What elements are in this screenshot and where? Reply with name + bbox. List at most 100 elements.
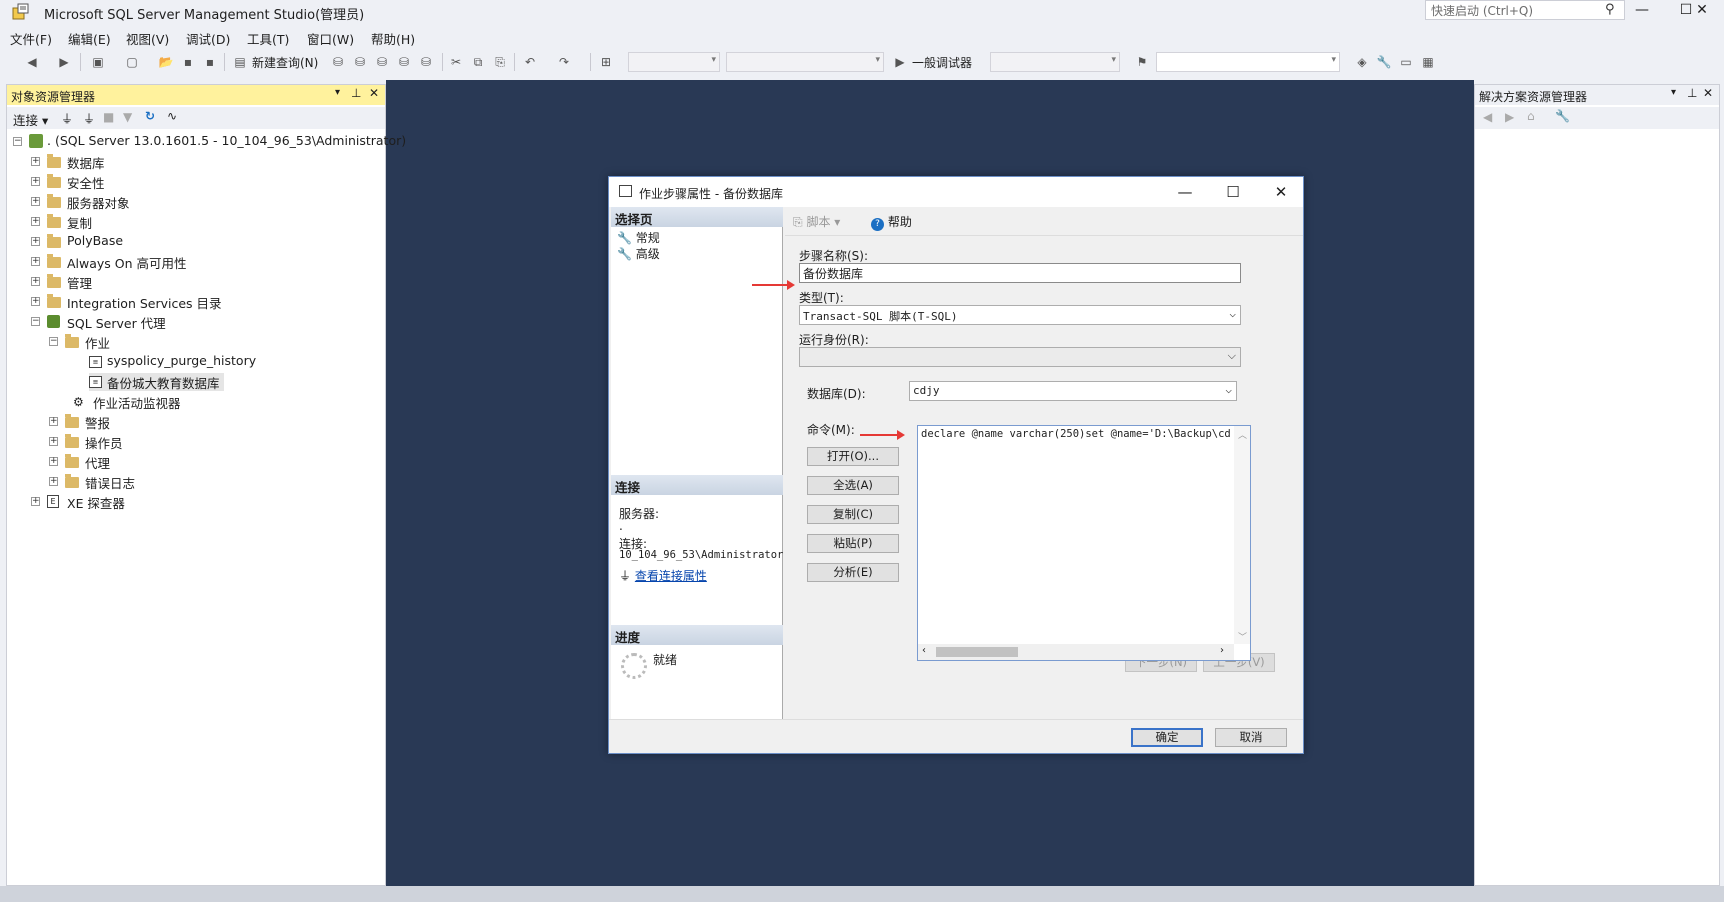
- dmx-query-icon[interactable]: ⛁: [374, 54, 390, 70]
- command-editor[interactable]: declare @name varchar(250)set @name='D:\…: [917, 425, 1251, 661]
- menu-view[interactable]: 视图(V): [126, 29, 169, 48]
- back-icon[interactable]: ◀: [1483, 110, 1492, 124]
- type-select[interactable]: Transact-SQL 脚本(T-SQL) ⌵: [799, 305, 1241, 325]
- parse-button[interactable]: 分析(E): [807, 563, 899, 582]
- activity-monitor-icon[interactable]: ⊞: [598, 54, 614, 70]
- dropdown-icon[interactable]: ▾: [335, 87, 340, 98]
- scroll-left-icon[interactable]: ‹: [922, 645, 926, 656]
- menu-help[interactable]: 帮助(H): [371, 29, 415, 48]
- save-all-icon[interactable]: ▪: [202, 54, 218, 70]
- solution-platform-combo[interactable]: ▾: [726, 52, 884, 72]
- scroll-down-icon[interactable]: ﹀: [1238, 630, 1247, 643]
- database-label: 数据库(D):: [807, 387, 866, 401]
- dax-query-icon[interactable]: ⛁: [418, 54, 434, 70]
- menu-tools[interactable]: 工具(T): [247, 29, 289, 48]
- solution-explorer-title: 解决方案资源管理器: [1479, 90, 1588, 104]
- windows-layout-icon[interactable]: ▦: [1420, 54, 1436, 70]
- stop-icon[interactable]: ■: [103, 110, 114, 124]
- undo-icon[interactable]: ↶: [522, 54, 538, 70]
- database-select[interactable]: cdjy ⌵: [909, 381, 1237, 401]
- folder-icon: [47, 194, 61, 208]
- properties-wrench-icon[interactable]: 🔧: [1555, 109, 1570, 123]
- menu-debug[interactable]: 调试(D): [186, 29, 230, 48]
- select-all-button[interactable]: 全选(A): [807, 476, 899, 495]
- connect-plug-icon[interactable]: ⏚: [61, 110, 73, 127]
- cut-icon[interactable]: ✂: [448, 54, 464, 70]
- command-label: 命令(M):: [807, 423, 855, 437]
- page-general[interactable]: 🔧 常规: [617, 229, 660, 246]
- dialog-maximize-button[interactable]: ☐: [1213, 181, 1253, 203]
- progress-header: 进度: [611, 625, 783, 645]
- open-file-icon[interactable]: 📂: [158, 54, 174, 70]
- db-engine-query-icon[interactable]: ⛁: [330, 54, 346, 70]
- ok-button[interactable]: 确定: [1131, 728, 1203, 747]
- redo-icon[interactable]: ↷: [556, 54, 572, 70]
- new-query-icon[interactable]: ▤: [232, 54, 248, 70]
- folder-icon: [47, 294, 61, 308]
- page-advanced[interactable]: 🔧 高级: [617, 245, 660, 262]
- properties-wrench-icon[interactable]: 🔧: [1376, 54, 1392, 70]
- toolbox-icon[interactable]: ▭: [1398, 54, 1414, 70]
- view-connection-link[interactable]: ⏚ 查看连接属性: [619, 567, 707, 584]
- find-combo[interactable]: ▾: [1156, 52, 1340, 72]
- mdx-query-icon[interactable]: ⛁: [352, 54, 368, 70]
- activity-icon[interactable]: ∿: [167, 109, 177, 123]
- connect-button[interactable]: 连接 ▾: [13, 110, 48, 129]
- panel-close-icon[interactable]: ✕: [1703, 86, 1713, 100]
- minimize-button[interactable]: —: [1620, 0, 1664, 22]
- find-in-files-icon[interactable]: ⚑: [1134, 54, 1150, 70]
- dialog-close-button[interactable]: ✕: [1261, 181, 1301, 203]
- new-query-button[interactable]: 新建查询(N): [252, 54, 318, 71]
- add-item-icon[interactable]: ▢: [124, 54, 140, 70]
- run-as-select[interactable]: ⌵: [799, 347, 1241, 367]
- debugger-label[interactable]: 一般调试器: [912, 54, 972, 71]
- filter-icon[interactable]: ▼: [123, 110, 132, 124]
- forward-icon[interactable]: ▶: [56, 54, 72, 70]
- object-explorer-title: 对象资源管理器: [11, 90, 96, 104]
- pin-icon[interactable]: ⊥: [1687, 86, 1697, 100]
- refresh-icon[interactable]: ↻: [145, 109, 155, 123]
- home-icon[interactable]: ⌂: [1527, 109, 1535, 123]
- save-icon[interactable]: ▪: [180, 54, 196, 70]
- script-button[interactable]: ⎘ 脚本 ▾: [793, 213, 840, 230]
- tree-node-job-backup[interactable]: ≡ 备份城大教育数据库: [89, 373, 224, 391]
- pin-icon[interactable]: ⊥: [351, 86, 361, 100]
- step-name-field[interactable]: 备份数据库: [799, 263, 1241, 283]
- dropdown-icon[interactable]: ▾: [1671, 87, 1676, 98]
- search-icon[interactable]: ⚲: [1605, 2, 1615, 17]
- folder-icon: [47, 214, 61, 228]
- run-as-label: 运行身份(R):: [799, 333, 869, 347]
- debug-target-combo[interactable]: ▾: [990, 52, 1120, 72]
- command-text[interactable]: declare @name varchar(250)set @name='D:\…: [921, 428, 1231, 440]
- solution-config-combo[interactable]: ▾: [628, 52, 720, 72]
- chevron-down-icon: ⌵: [1229, 307, 1236, 320]
- cancel-button[interactable]: 取消: [1215, 728, 1287, 747]
- copy-icon[interactable]: ⧉: [470, 54, 486, 70]
- paste-icon[interactable]: ⎘: [492, 54, 508, 70]
- scroll-thumb[interactable]: [936, 647, 1018, 657]
- forward-icon[interactable]: ▶: [1505, 110, 1514, 124]
- folder-icon: [65, 474, 79, 488]
- menu-file[interactable]: 文件(F): [10, 29, 52, 48]
- vertical-scrollbar[interactable]: ︿ ﹀: [1234, 426, 1250, 644]
- paste-button[interactable]: 粘贴(P): [807, 534, 899, 553]
- horizontal-scrollbar[interactable]: ‹ ›: [918, 644, 1234, 660]
- open-button[interactable]: 打开(O)...: [807, 447, 899, 466]
- copy-button[interactable]: 复制(C): [807, 505, 899, 524]
- help-button[interactable]: ? 帮助: [871, 213, 912, 231]
- vs-icon[interactable]: ◈: [1354, 54, 1370, 70]
- menu-window[interactable]: 窗口(W): [307, 29, 354, 48]
- back-icon[interactable]: ◀: [24, 54, 40, 70]
- menu-edit[interactable]: 编辑(E): [68, 29, 111, 48]
- disconnect-icon[interactable]: ⏚: [83, 110, 95, 127]
- new-project-icon[interactable]: ▣: [90, 54, 106, 70]
- scroll-right-icon[interactable]: ›: [1220, 645, 1224, 656]
- xmla-query-icon[interactable]: ⛁: [396, 54, 412, 70]
- panel-close-icon[interactable]: ✕: [369, 86, 379, 100]
- wrench-icon: 🔧: [617, 247, 632, 261]
- quick-launch-input[interactable]: 快速启动 (Ctrl+Q): [1425, 0, 1625, 20]
- dialog-minimize-button[interactable]: —: [1165, 181, 1205, 203]
- window-close-icon[interactable]: ✕: [1680, 0, 1724, 22]
- start-debug-icon[interactable]: ▶: [892, 54, 908, 70]
- scroll-up-icon[interactable]: ︿: [1238, 428, 1247, 441]
